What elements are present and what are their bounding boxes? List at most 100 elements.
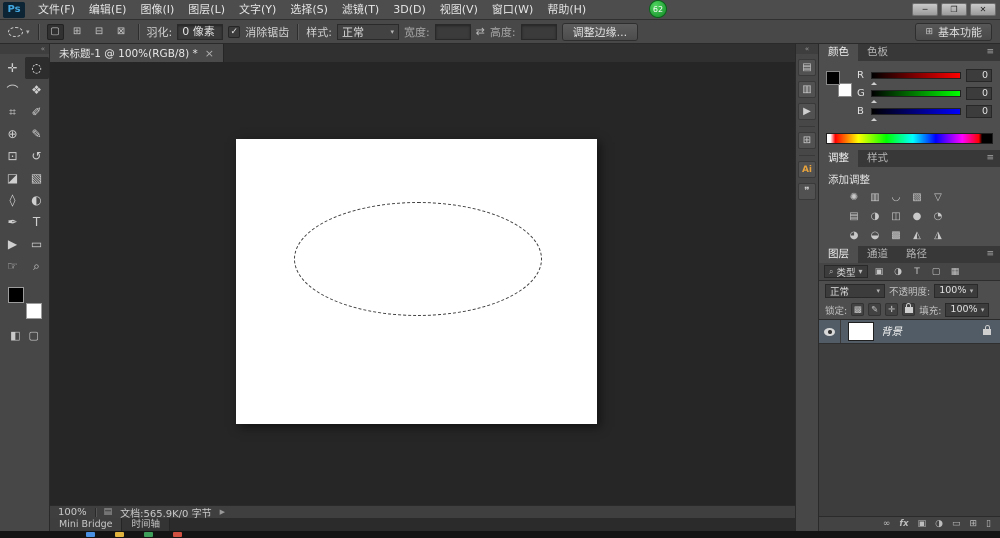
crop-tool[interactable]: ⌗ — [1, 101, 25, 123]
filter-pixel-icon[interactable]: ▣ — [872, 267, 887, 277]
spot-healing-brush-tool[interactable]: ⊕ — [1, 123, 25, 145]
lasso-tool[interactable]: ⌒ — [1, 79, 25, 101]
levels-icon[interactable]: ▥ — [866, 191, 884, 204]
vibrance-icon[interactable]: ▽ — [929, 191, 947, 204]
dock-collapse-icon[interactable]: « — [796, 44, 818, 54]
menu-window[interactable]: 窗口(W) — [485, 0, 540, 20]
current-tool-preview[interactable]: ▾ — [8, 26, 30, 37]
selective-color-icon[interactable]: ◮ — [929, 229, 947, 242]
tab-timeline[interactable]: 时间轴 — [122, 518, 170, 531]
menu-help[interactable]: 帮助(H) — [540, 0, 593, 20]
menu-filter[interactable]: 滤镜(T) — [335, 0, 386, 20]
collapsed-panel-history-icon[interactable]: ▤ — [798, 59, 816, 76]
menu-edit[interactable]: 编辑(E) — [82, 0, 134, 20]
eyedropper-tool[interactable]: ✐ — [25, 101, 49, 123]
brush-tool[interactable]: ✎ — [25, 123, 49, 145]
zoom-tool[interactable]: ⌕ — [25, 255, 49, 277]
collapsed-panel-notes-icon[interactable]: ❞ — [798, 183, 816, 200]
swap-dimensions-icon[interactable]: ⇄ — [476, 25, 485, 38]
new-group-icon[interactable]: ▭ — [952, 519, 961, 529]
menu-3d[interactable]: 3D(D) — [386, 0, 433, 20]
tab-channels[interactable]: 通道 — [858, 246, 897, 263]
document-canvas[interactable] — [236, 139, 597, 424]
filter-shape-icon[interactable]: ▢ — [929, 267, 944, 277]
close-button[interactable]: ✕ — [970, 3, 996, 16]
collapsed-panel-info-icon[interactable]: ▥ — [798, 81, 816, 98]
foreground-swatch[interactable] — [826, 71, 840, 85]
intersect-selection-button[interactable]: ⊠ — [113, 24, 130, 40]
background-color-swatch[interactable] — [25, 303, 42, 319]
layers-panel-menu-icon[interactable]: ≡ — [980, 246, 1000, 263]
opacity-input[interactable]: 100% ▾ — [934, 283, 979, 298]
adjustments-panel-menu-icon[interactable]: ≡ — [980, 150, 1000, 167]
lock-pixels-icon[interactable]: ✎ — [868, 303, 882, 316]
tab-close-icon[interactable]: × — [205, 47, 214, 60]
brightness-contrast-icon[interactable]: ✺ — [845, 191, 863, 204]
layer-mask-icon[interactable]: ▣ — [918, 519, 927, 529]
green-value[interactable]: 0 — [966, 87, 992, 100]
collapsed-panel-actions-icon[interactable]: ▶ — [798, 103, 816, 120]
color-spectrum-bar[interactable] — [826, 133, 993, 144]
new-layer-icon[interactable]: ⊞ — [970, 519, 978, 529]
canvas-area[interactable] — [50, 62, 795, 505]
fill-input[interactable]: 100% ▾ — [945, 302, 990, 317]
antialias-checkbox[interactable]: ✓ — [228, 25, 241, 38]
tab-paths[interactable]: 路径 — [897, 246, 936, 263]
color-panel-menu-icon[interactable]: ≡ — [980, 44, 1000, 61]
clone-stamp-tool[interactable]: ⊡ — [1, 145, 25, 167]
layer-style-icon[interactable]: fx — [899, 519, 908, 529]
red-slider[interactable] — [871, 72, 961, 85]
restore-button[interactable]: ❐ — [941, 3, 967, 16]
pen-tool[interactable]: ✒ — [1, 211, 25, 233]
taskbar-item[interactable] — [144, 532, 153, 537]
color-lookup-icon[interactable]: ◕ — [845, 229, 863, 242]
tab-styles[interactable]: 样式 — [858, 150, 897, 167]
red-value[interactable]: 0 — [966, 69, 992, 82]
height-input[interactable] — [520, 23, 557, 40]
filter-adjustment-icon[interactable]: ◑ — [891, 267, 906, 277]
toolbar-collapse-icon[interactable]: « — [0, 44, 49, 54]
photo-filter-icon[interactable]: ● — [908, 210, 926, 223]
hue-saturation-icon[interactable]: ▤ — [845, 210, 863, 223]
filter-smart-object-icon[interactable]: ▦ — [948, 267, 963, 277]
tab-color[interactable]: 颜色 — [819, 44, 858, 61]
tab-mini-bridge[interactable]: Mini Bridge — [50, 518, 123, 531]
feather-input[interactable]: 0 像素 — [177, 23, 224, 40]
layer-filter-type-select[interactable]: ⌕ 类型 ▾ — [824, 265, 868, 279]
screen-mode-button[interactable]: ▢ — [29, 329, 39, 342]
lock-all-icon[interactable] — [902, 302, 916, 316]
exposure-icon[interactable]: ▧ — [908, 191, 926, 204]
quick-mask-button[interactable]: ◧ — [10, 329, 20, 342]
menu-image[interactable]: 图像(I) — [133, 0, 181, 20]
menu-file[interactable]: 文件(F) — [31, 0, 82, 20]
posterize-icon[interactable]: ▩ — [887, 229, 905, 242]
menu-type[interactable]: 文字(Y) — [232, 0, 283, 20]
collapsed-panel-ai-icon[interactable]: Ai — [798, 161, 816, 178]
lock-transparency-icon[interactable]: ▩ — [851, 303, 865, 316]
style-select[interactable]: 正常 ▾ — [336, 23, 399, 40]
elliptical-marquee-tool[interactable]: ◌ — [24, 57, 49, 79]
foreground-color-swatch[interactable] — [7, 287, 24, 303]
threshold-icon[interactable]: ◭ — [908, 229, 926, 242]
tab-layers[interactable]: 图层 — [819, 246, 858, 263]
invert-icon[interactable]: ◒ — [866, 229, 884, 242]
eraser-tool[interactable]: ◪ — [1, 167, 25, 189]
color-balance-icon[interactable]: ◑ — [866, 210, 884, 223]
taskbar-item[interactable] — [173, 532, 182, 537]
workspace-switcher[interactable]: ⊞ 基本功能 — [915, 22, 992, 41]
layer-thumbnail[interactable] — [848, 322, 874, 341]
blue-value[interactable]: 0 — [966, 105, 992, 118]
channel-mixer-icon[interactable]: ◔ — [929, 210, 947, 223]
taskbar-item[interactable] — [86, 532, 95, 537]
black-white-icon[interactable]: ◫ — [887, 210, 905, 223]
blue-slider[interactable] — [871, 108, 961, 121]
rectangle-tool[interactable]: ▭ — [25, 233, 49, 255]
hand-tool[interactable]: ☞ — [1, 255, 25, 277]
lock-position-icon[interactable]: ✛ — [885, 303, 899, 316]
taskbar-item[interactable] — [115, 532, 124, 537]
tab-adjustments[interactable]: 调整 — [819, 150, 858, 167]
menu-layer[interactable]: 图层(L) — [181, 0, 232, 20]
layer-visibility-toggle[interactable] — [819, 320, 841, 343]
green-slider[interactable] — [871, 90, 961, 103]
filter-type-icon[interactable]: T — [910, 267, 925, 277]
